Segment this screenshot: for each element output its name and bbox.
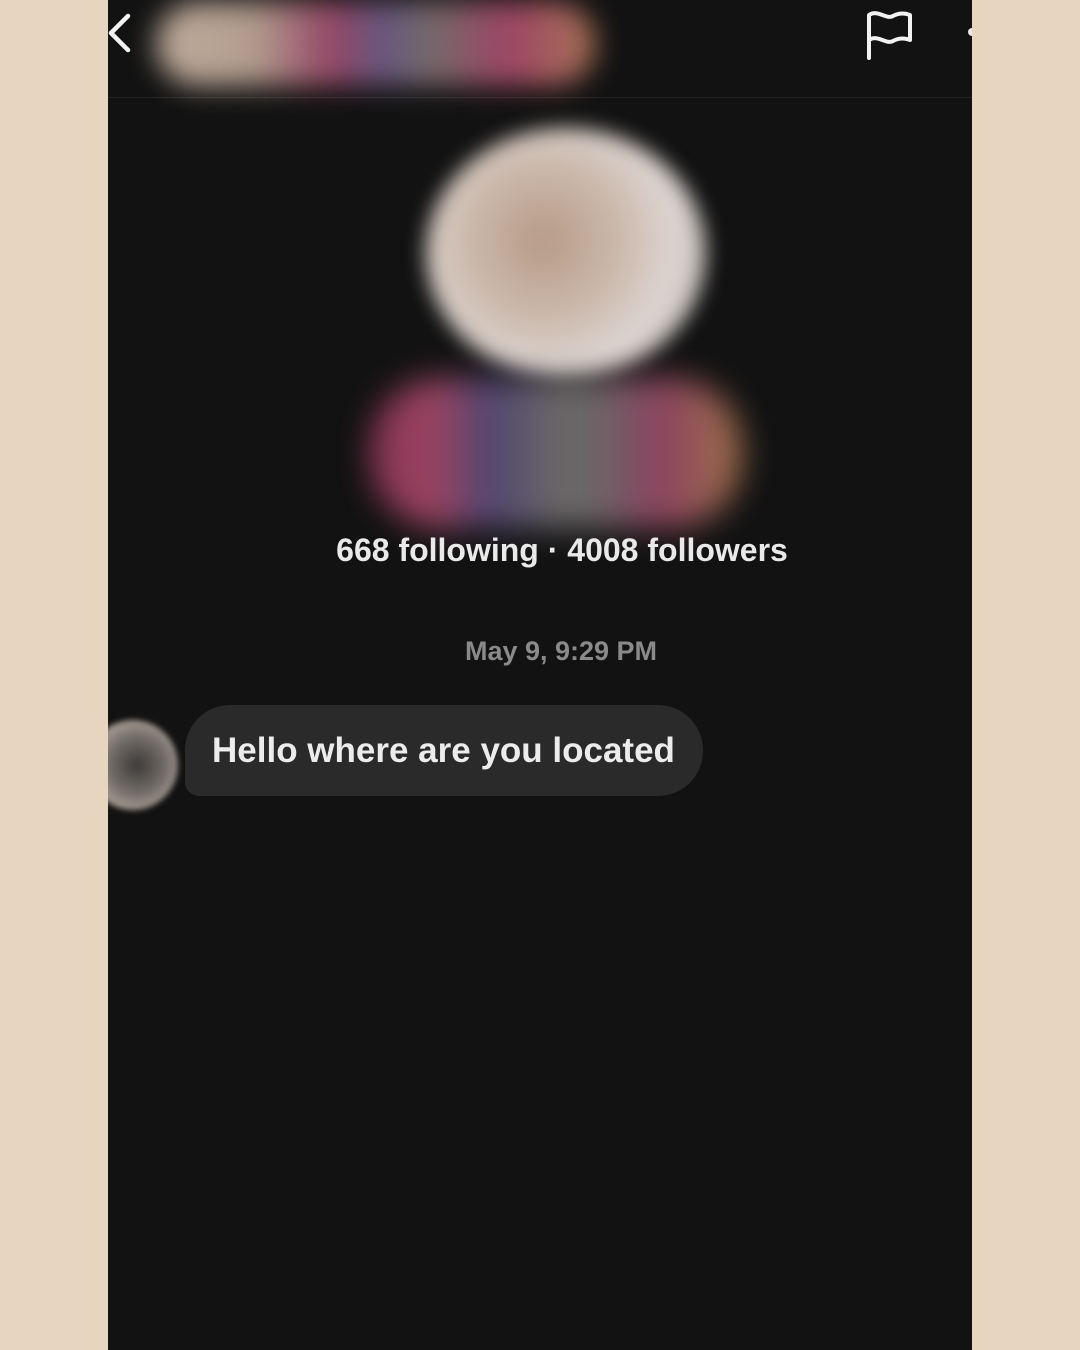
- message-timestamp: May 9, 9:29 PM: [464, 636, 658, 666]
- report-button[interactable]: [862, 8, 916, 62]
- header-username-redacted[interactable]: [156, 2, 596, 86]
- profile-name-redacted: [370, 378, 742, 528]
- profile-stats: 668 following · 4008 followers: [336, 532, 788, 568]
- flag-icon: [867, 11, 912, 60]
- chat-screen: 668 following · 4008 followers May 9, 9:…: [108, 0, 972, 1350]
- back-button[interactable]: [108, 8, 148, 58]
- message-text: Hello where are you located: [212, 730, 675, 770]
- sender-avatar[interactable]: [108, 720, 178, 810]
- chat-header: [108, 0, 972, 98]
- chevron-left-icon: [108, 13, 131, 53]
- profile-avatar[interactable]: [426, 128, 706, 378]
- more-dots-icon[interactable]: [968, 28, 972, 36]
- message-bubble[interactable]: Hello where are you located: [185, 705, 703, 796]
